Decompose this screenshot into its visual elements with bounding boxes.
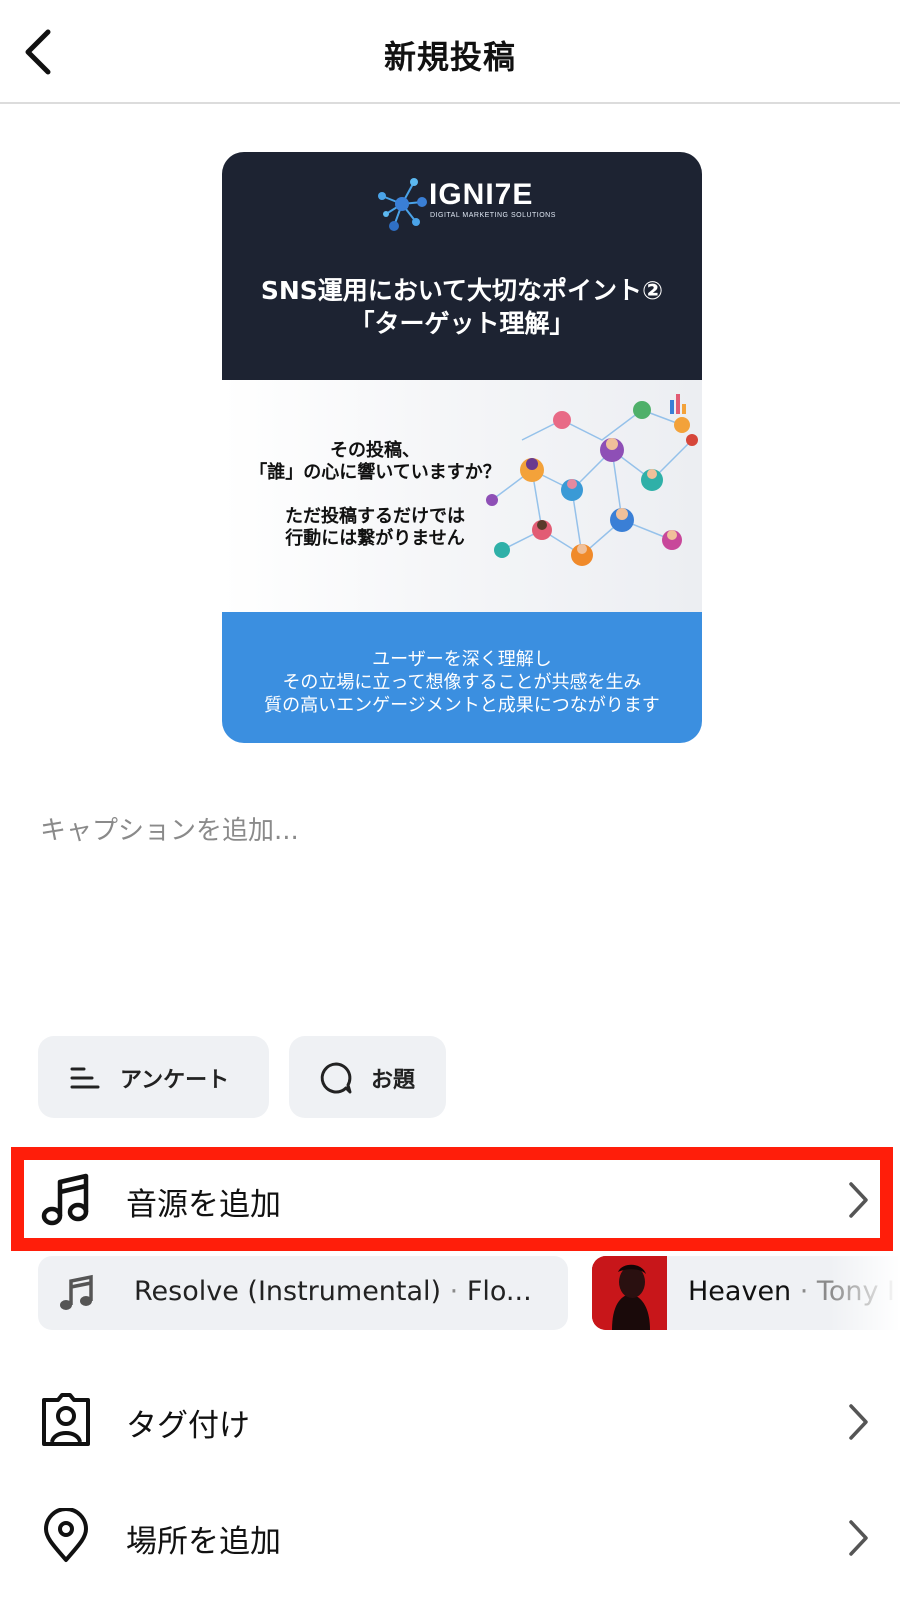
music-suggestion-1[interactable]: Resolve (Instrumental) · Flo... — [38, 1256, 568, 1330]
add-location-label: 場所を追加 — [126, 1524, 281, 1560]
track-artist: Flo... — [466, 1276, 532, 1307]
music-note-icon — [41, 1173, 89, 1226]
survey-chip[interactable]: アンケート — [38, 1036, 269, 1118]
tag-people-label: タグ付け — [126, 1408, 250, 1444]
separator: · — [441, 1276, 467, 1307]
track-title: Resolve (Instrumental) — [134, 1276, 442, 1307]
footer-line-3: 質の高いエンゲージメントと成果につながります — [264, 695, 660, 716]
music-suggestion-2[interactable]: Heaven · Tony I — [592, 1256, 900, 1330]
logo-text: IGNI7E — [429, 178, 534, 211]
footer-line-2: その立場に立って想像することが共感を生み — [282, 672, 642, 693]
preview-middle-band: その投稿、 「誰」の心に響いていますか？ ただ投稿するだけでは 行動には繋がりま… — [222, 380, 702, 612]
add-location-row[interactable]: 場所を追加 — [0, 1490, 900, 1580]
music-note-icon — [60, 1274, 93, 1310]
headline-line-1: SNS運用において大切なポイント② — [260, 276, 664, 305]
middle-line-4: 行動には繋がりません — [285, 528, 465, 549]
add-music-row[interactable]: 音源を追加 — [0, 1160, 900, 1238]
speech-bubble-icon — [320, 1062, 352, 1094]
poll-icon — [70, 1067, 100, 1089]
top-bar: 新規投稿 — [0, 0, 900, 104]
logo-subtitle: DIGITAL MARKETING SOLUTIONS — [430, 212, 556, 219]
topic-chip[interactable]: お題 — [289, 1036, 446, 1118]
chevron-right-icon — [849, 1520, 868, 1556]
topic-label: お題 — [371, 1068, 416, 1093]
brand-logo: IGNI7E DIGITAL MARKETING SOLUTIONS — [372, 174, 555, 236]
album-cover-art — [592, 1256, 667, 1330]
caption-input[interactable]: キャプションを追加... — [40, 810, 299, 847]
chevron-right-icon — [849, 1404, 868, 1440]
tag-people-row[interactable]: タグ付け — [0, 1376, 900, 1464]
album-cover — [592, 1256, 667, 1330]
track-title: Heaven — [688, 1276, 792, 1307]
preview-footer-band: ユーザーを深く理解し その立場に立って想像することが共感を生み 質の高いエンゲー… — [222, 612, 702, 743]
middle-line-1: その投稿、 — [330, 440, 420, 461]
location-pin-icon — [44, 1508, 88, 1562]
preview-middle-text: その投稿、 「誰」の心に響いていますか？ ただ投稿するだけでは 行動には繋がりま… — [230, 440, 520, 550]
headline-line-2: 「ターゲット理解」 — [349, 309, 575, 338]
chevron-right-icon — [849, 1182, 868, 1218]
footer-line-1: ユーザーを深く理解し — [372, 649, 552, 670]
add-music-label: 音源を追加 — [126, 1187, 281, 1223]
network-logo-icon — [378, 178, 427, 231]
tag-person-icon — [42, 1393, 90, 1446]
page-title: 新規投稿 — [383, 38, 516, 76]
survey-label: アンケート — [120, 1068, 230, 1093]
music-suggestion-1-text: Resolve (Instrumental) · Flo... — [134, 1276, 532, 1307]
post-image-preview[interactable]: IGNI7E DIGITAL MARKETING SOLUTIONS SNS運用… — [222, 152, 702, 743]
middle-line-3: ただ投稿するだけでは — [285, 506, 465, 527]
separator: · — [791, 1276, 817, 1307]
middle-line-2: 「誰」の心に響いていますか？ — [249, 462, 501, 483]
preview-footer-text: ユーザーを深く理解し その立場に立って想像することが共感を生み 質の高いエンゲー… — [222, 648, 702, 717]
preview-headline: SNS運用において大切なポイント② 「ターゲット理解」 — [222, 274, 702, 340]
preview-header-band: IGNI7E DIGITAL MARKETING SOLUTIONS SNS運用… — [222, 152, 702, 380]
fade-overlay — [830, 1256, 900, 1330]
